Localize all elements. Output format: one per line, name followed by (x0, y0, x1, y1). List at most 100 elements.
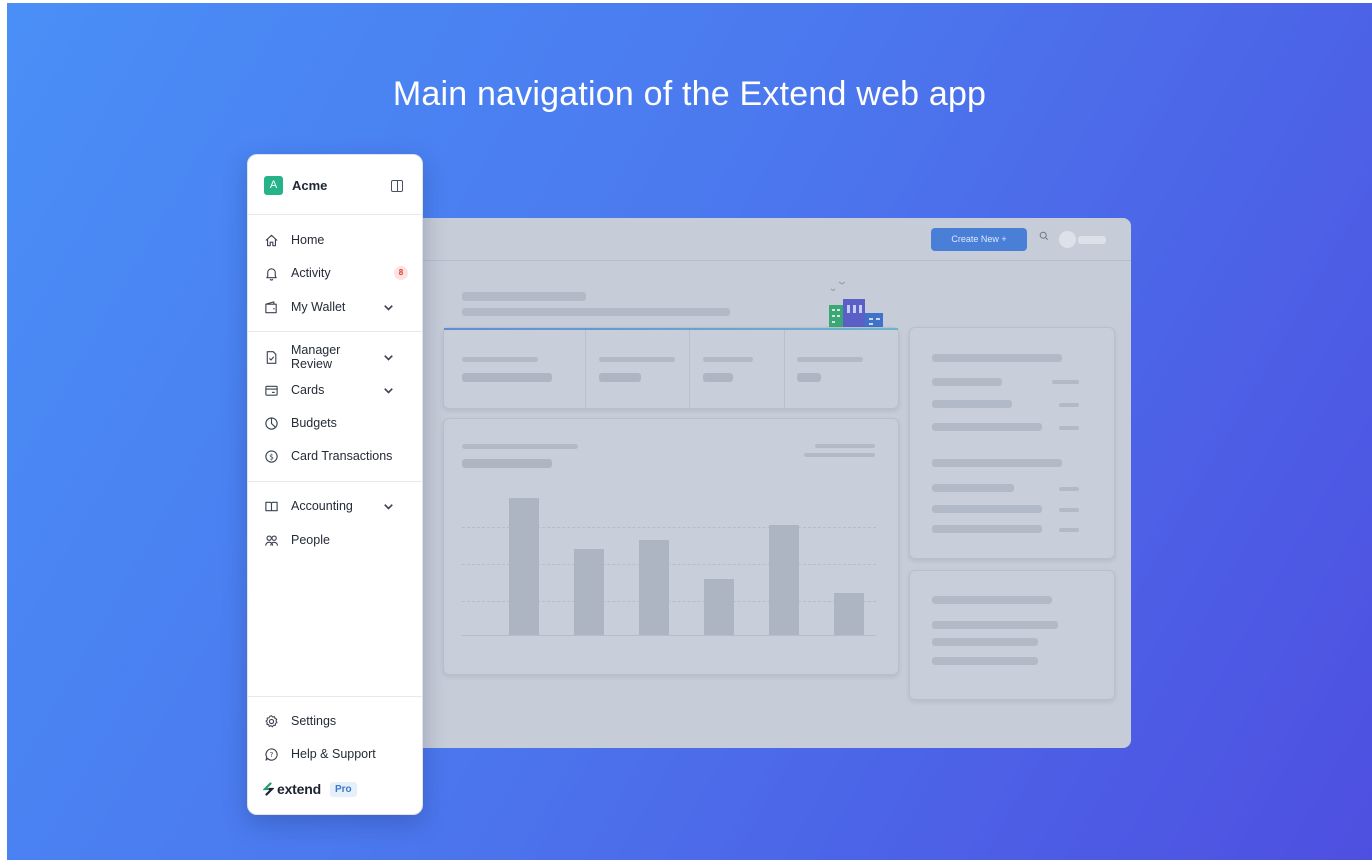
chevron-down-icon (384, 387, 393, 394)
avatar-name-placeholder (1078, 236, 1106, 244)
avatar (1059, 231, 1076, 248)
placeholder (932, 378, 1002, 386)
pie-icon (265, 416, 278, 430)
stats-divider (689, 330, 690, 408)
placeholder (932, 525, 1042, 533)
placeholder-subtitle (462, 308, 730, 316)
placeholder (932, 596, 1052, 604)
divider (248, 331, 422, 332)
placeholder (1059, 403, 1079, 407)
placeholder-title (462, 292, 586, 301)
stats-divider (585, 330, 586, 408)
placeholder (932, 354, 1062, 362)
placeholder (932, 657, 1038, 665)
placeholder (1059, 426, 1079, 430)
stat-label-placeholder (462, 357, 538, 362)
nav-item-label: People (291, 533, 330, 547)
nav-item-manager-review[interactable]: Manager Review (264, 343, 408, 371)
background: Main navigation of the Extend web app Cr… (7, 3, 1372, 860)
headline: Main navigation of the Extend web app (392, 75, 987, 113)
org-switcher[interactable]: A Acme (264, 175, 327, 195)
chevron-down-icon (384, 503, 393, 510)
app-preview: Create New + (307, 218, 1131, 748)
nav-item-budgets[interactable]: Budgets (264, 411, 408, 435)
placeholder (1059, 528, 1079, 532)
wallet-icon (265, 300, 277, 313)
chevron-down-icon (384, 354, 393, 361)
nav-item-label: Cards (291, 383, 325, 397)
nav-item-settings[interactable]: Settings (264, 709, 408, 733)
placeholder (932, 505, 1042, 513)
nav-item-label: Card Transactions (291, 449, 393, 463)
home-icon (265, 234, 278, 246)
create-new-button: Create New + (931, 228, 1027, 251)
chart-title-placeholder (462, 444, 578, 449)
brand-name: extend (277, 781, 321, 797)
placeholder (932, 423, 1042, 431)
svg-text:$: $ (269, 452, 274, 461)
collapse-sidebar-icon[interactable] (391, 180, 403, 192)
stat-value-placeholder (599, 373, 641, 382)
buildings-illustration (829, 281, 883, 328)
chart-bar (704, 579, 734, 635)
stat-label-placeholder (797, 357, 863, 362)
org-avatar: A (264, 175, 283, 195)
chart-card (443, 418, 899, 675)
placeholder (932, 621, 1058, 629)
stat-value-placeholder (462, 373, 552, 382)
placeholder (1059, 487, 1079, 491)
chart-bar (509, 498, 539, 635)
svg-text:?: ? (270, 750, 274, 759)
secondary-card (909, 570, 1115, 700)
placeholder (932, 459, 1062, 467)
brand: extend Pro (263, 781, 357, 797)
stats-divider (784, 330, 785, 408)
stats-card (443, 327, 899, 409)
divider (248, 481, 422, 482)
nav-item-home[interactable]: Home (264, 228, 408, 252)
nav-item-card-transactions[interactable]: $ Card Transactions (264, 444, 408, 468)
nav-item-accounting[interactable]: Accounting (264, 494, 408, 518)
search-icon (1039, 231, 1051, 243)
nav-item-label: Manager Review (291, 343, 341, 371)
stat-value-placeholder (703, 373, 733, 382)
chart-bar (769, 525, 799, 635)
book-icon (265, 501, 278, 511)
sidebar: A Acme Home Activity 8 My Wallet Manager… (247, 154, 423, 815)
divider (248, 214, 422, 215)
bell-icon (266, 267, 277, 281)
nav-item-activity[interactable]: Activity 8 (264, 261, 408, 285)
placeholder (1052, 380, 1079, 384)
stat-label-placeholder (599, 357, 675, 362)
chart-bar (574, 549, 604, 635)
nav-item-label: Home (291, 233, 325, 247)
nav-item-label: Accounting (291, 499, 353, 513)
placeholder (932, 484, 1014, 492)
nav-item-label: Settings (291, 714, 337, 728)
nav-item-label: My Wallet (291, 300, 346, 314)
nav-item-cards[interactable]: Cards (264, 378, 408, 402)
notification-badge: 8 (394, 266, 408, 280)
placeholder (1059, 508, 1079, 512)
nav-item-people[interactable]: People (264, 528, 408, 552)
nav-item-label: Budgets (291, 416, 337, 430)
plan-badge: Pro (329, 781, 357, 797)
app-preview-topbar: Create New + (307, 218, 1131, 261)
divider (248, 696, 422, 697)
chart-baseline (462, 635, 876, 636)
stat-value-placeholder (797, 373, 821, 382)
chart-bar (834, 593, 864, 635)
stat-label-placeholder (703, 357, 753, 362)
people-icon (265, 534, 279, 546)
placeholder (932, 638, 1038, 646)
nav-item-label: Activity (291, 266, 331, 280)
chart-subtitle-placeholder (462, 459, 552, 468)
gear-icon (265, 714, 278, 727)
dollar-icon: $ (265, 449, 278, 463)
chart-bar (639, 540, 669, 635)
nav-item-my-wallet[interactable]: My Wallet (264, 295, 408, 319)
nav-item-help-support[interactable]: ? Help & Support (264, 742, 408, 766)
summary-card (909, 327, 1115, 559)
nav-item-label: Help & Support (291, 747, 376, 761)
placeholder (932, 400, 1012, 408)
